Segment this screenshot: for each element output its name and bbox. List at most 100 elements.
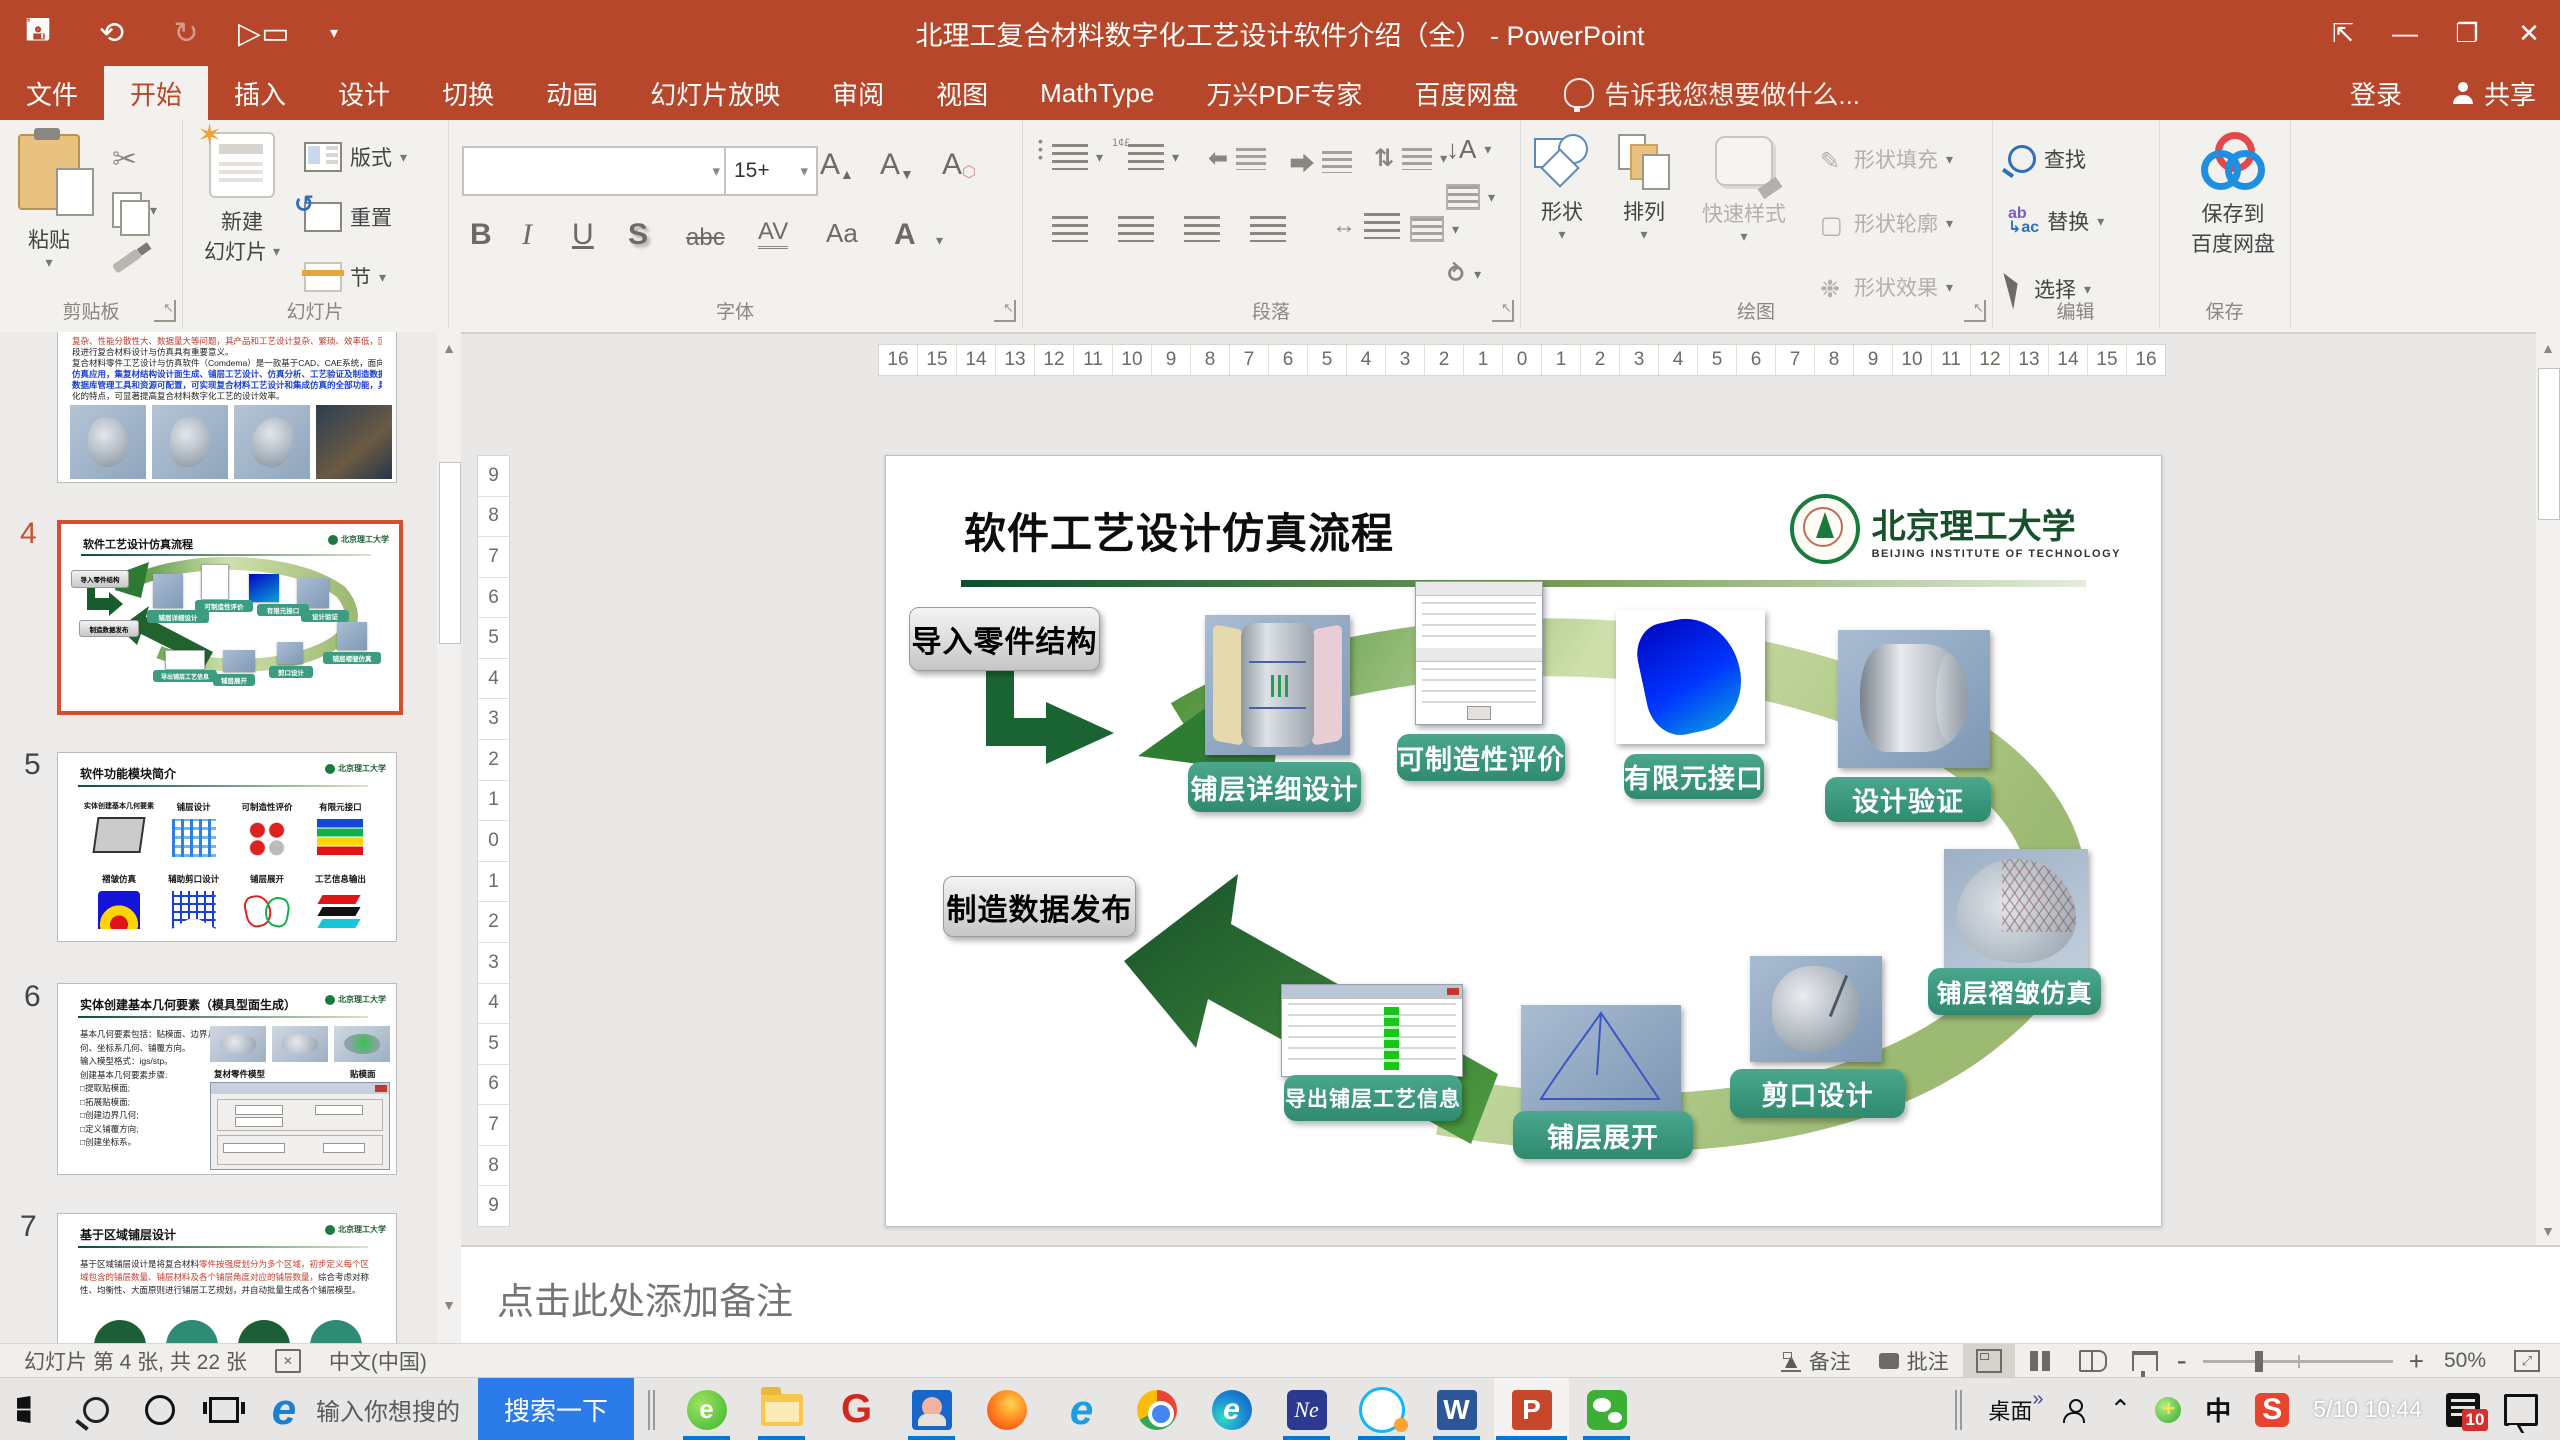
slide-canvas[interactable]: 软件工艺设计仿真流程 北京理工大学 BEIJING INSTITUTE OF T… xyxy=(885,455,2162,1227)
tab-animations[interactable]: 动画 xyxy=(520,66,624,120)
thumbnail-slide-7[interactable]: 基于区域铺层设计 北京理工大学 基于区域铺层设计是将复合材料零件按强度划分为多个… xyxy=(57,1213,397,1343)
increase-font-button[interactable]: A▲ xyxy=(820,148,854,182)
align-text-button[interactable]: ▾ xyxy=(1446,184,1495,210)
app-netease[interactable]: Ne xyxy=(1269,1378,1344,1440)
slide-counter[interactable]: 幻灯片 第 4 张, 共 22 张 xyxy=(0,1344,261,1378)
flow-publish-box[interactable]: 制造数据发布 xyxy=(943,876,1136,937)
notes-toggle[interactable]: ▲备注 xyxy=(1767,1344,1865,1378)
font-size-combo[interactable]: 15+▾ xyxy=(724,146,818,196)
close-button[interactable]: ✕ xyxy=(2498,0,2560,66)
flow-input-box[interactable]: 导入零件结构 xyxy=(909,607,1100,671)
thumbnail-scroll-up-icon[interactable]: ▲ xyxy=(437,332,461,364)
action-center-button[interactable] xyxy=(2492,1378,2560,1440)
bold-button[interactable]: B xyxy=(470,218,492,252)
comments-toggle[interactable]: 批注 xyxy=(1865,1344,1963,1378)
app-file-explorer[interactable] xyxy=(744,1378,819,1440)
reset-button[interactable]: 重置 xyxy=(304,202,392,232)
paste-button[interactable]: 粘贴 ▾ xyxy=(18,134,80,271)
columns-button[interactable]: ↔ xyxy=(1332,212,1400,240)
clipboard-dialog-launcher-icon[interactable]: ↘ xyxy=(154,300,176,322)
change-case-button[interactable]: Aa xyxy=(826,218,858,249)
flow-step-label[interactable]: 有限元接口 xyxy=(1624,754,1764,799)
character-spacing-button[interactable]: AV xyxy=(758,218,788,249)
format-painter-button[interactable] xyxy=(112,256,142,266)
quick-styles-button[interactable]: 快速样式 ▾ xyxy=(1702,136,1786,245)
tab-slideshow[interactable]: 幻灯片放映 xyxy=(624,66,806,120)
tray-contacts[interactable] xyxy=(2051,1378,2097,1440)
tab-view[interactable]: 视图 xyxy=(910,66,1014,120)
ribbon-display-options-icon[interactable]: ⇱ xyxy=(2312,0,2374,66)
thumbnail-slide-3[interactable]: 复杂、性能分散性大、数据量大等问题，其产品和工艺设计复杂、繁琐、效率低，因此，采… xyxy=(57,332,397,483)
increase-indent-button[interactable]: ⮕ xyxy=(1290,144,1352,179)
cut-button[interactable]: ✂ xyxy=(112,142,137,177)
tab-baidu-netdisk[interactable]: 百度网盘 xyxy=(1388,66,1544,120)
strikethrough-button[interactable]: abc xyxy=(686,224,725,252)
sign-in-button[interactable]: 登录 xyxy=(2324,66,2428,120)
paragraph-dialog-launcher-icon[interactable]: ↘ xyxy=(1492,300,1514,322)
copy-button[interactable]: ▾ xyxy=(112,192,157,228)
thumbnail-slide-4-current[interactable]: 软件工艺设计仿真流程 北京理工大学 导入零件结构 制造数据发布 铺层详细设计 可… xyxy=(57,520,403,715)
thumbnail-scroll-down-icon[interactable]: ▼ xyxy=(437,1289,461,1321)
spellcheck-status[interactable]: ✕ xyxy=(261,1344,315,1378)
tab-file[interactable]: 文件 xyxy=(0,66,104,120)
tray-360-safe[interactable] xyxy=(2143,1378,2193,1440)
section-button[interactable]: 节▾ xyxy=(304,262,386,292)
language-status[interactable]: 中文(中国) xyxy=(315,1344,441,1378)
shapes-button[interactable]: 形状 ▾ xyxy=(1534,134,1590,243)
flow-step-label[interactable]: 设计验证 xyxy=(1825,777,1991,822)
thumbnail-scroll-thumb[interactable] xyxy=(439,462,461,644)
desktop-toolbar[interactable]: 桌面» xyxy=(1976,1378,2051,1440)
tab-design[interactable]: 设计 xyxy=(312,66,416,120)
edge-search-icon-button[interactable]: e xyxy=(256,1378,312,1440)
main-scrollbar[interactable]: ▲ ▼ ⌃ ⌄ xyxy=(2536,332,2560,1343)
decrease-font-button[interactable]: A▼ xyxy=(880,148,914,182)
app-chrome[interactable] xyxy=(1119,1378,1194,1440)
app-edge[interactable]: e xyxy=(1194,1378,1269,1440)
save-to-baidu-button[interactable]: 保存到 百度网盘 xyxy=(2191,132,2275,258)
drawing-dialog-launcher-icon[interactable]: ↘ xyxy=(1964,300,1986,322)
minimize-button[interactable]: ― xyxy=(2374,0,2436,66)
font-dialog-launcher-icon[interactable]: ↘ xyxy=(994,300,1016,322)
clear-formatting-button[interactable]: A⬡ xyxy=(942,148,976,182)
tab-pdf-expert[interactable]: 万兴PDF专家 xyxy=(1180,66,1388,120)
app-word[interactable]: W xyxy=(1419,1378,1494,1440)
tray-show-hidden[interactable]: ⌃ xyxy=(2097,1378,2143,1440)
bullets-button[interactable]: ▾ xyxy=(1052,144,1103,170)
flow-step-label[interactable]: 铺层展开 xyxy=(1513,1111,1693,1159)
justify-button[interactable] xyxy=(1250,216,1286,242)
taskbar-clock[interactable]: 5/10 10:44 xyxy=(2301,1378,2434,1440)
tray-sogou-ime[interactable]: S xyxy=(2243,1378,2301,1440)
view-sorter-button[interactable] xyxy=(2015,1344,2067,1378)
line-spacing-button[interactable]: ⇅▾ xyxy=(1374,144,1447,173)
new-slide-button[interactable]: 新建 幻灯片▾ xyxy=(204,132,280,266)
task-view-button[interactable] xyxy=(192,1378,256,1440)
flow-step-label[interactable]: 可制造性评价 xyxy=(1397,734,1565,781)
view-reading-button[interactable] xyxy=(2067,1344,2119,1378)
zoom-slider-thumb[interactable] xyxy=(2255,1351,2263,1372)
notes-pane[interactable]: 点击此处添加备注 xyxy=(461,1245,2560,1345)
flow-step-label[interactable]: 铺层详细设计 xyxy=(1188,762,1361,812)
flow-step-label[interactable]: 导出铺层工艺信息 xyxy=(1284,1075,1462,1121)
search-now-button[interactable]: 搜索一下 xyxy=(478,1378,634,1440)
underline-button[interactable]: U xyxy=(572,218,594,252)
view-normal-button[interactable] xyxy=(1963,1344,2015,1378)
align-left-button[interactable] xyxy=(1052,216,1088,242)
smartart-convert-button[interactable]: ⥁▾ xyxy=(1446,260,1481,289)
thumbnail-scrollbar[interactable]: ▲ ▼ xyxy=(437,332,461,1343)
italic-button[interactable]: I xyxy=(522,218,532,252)
arrange-button[interactable]: 排列 ▾ xyxy=(1618,134,1670,243)
app-360-browser[interactable]: e xyxy=(669,1378,744,1440)
decrease-indent-button[interactable]: ⬅ xyxy=(1208,144,1266,173)
fit-to-window-button[interactable]: ⤢ xyxy=(2500,1344,2560,1378)
thumbnail-slide-6[interactable]: 实体创建基本几何要素（模具型面生成） 北京理工大学 基本几何要素包括：贴模面、边… xyxy=(57,983,397,1175)
scroll-thumb[interactable] xyxy=(2538,368,2560,520)
shape-outline-button[interactable]: ▢形状轮廓▾ xyxy=(1820,208,1953,238)
app-photos[interactable] xyxy=(894,1378,969,1440)
text-shadow-button[interactable]: S xyxy=(628,218,648,252)
zoom-out-button[interactable]: - xyxy=(2171,1344,2193,1378)
app-powerpoint-active[interactable]: P xyxy=(1494,1378,1569,1440)
tab-insert[interactable]: 插入 xyxy=(208,66,312,120)
tray-notifications[interactable]: 10 xyxy=(2434,1378,2492,1440)
shape-fill-button[interactable]: ✎形状填充▾ xyxy=(1820,144,1953,174)
scroll-down-icon[interactable]: ▼ xyxy=(2536,1215,2560,1247)
